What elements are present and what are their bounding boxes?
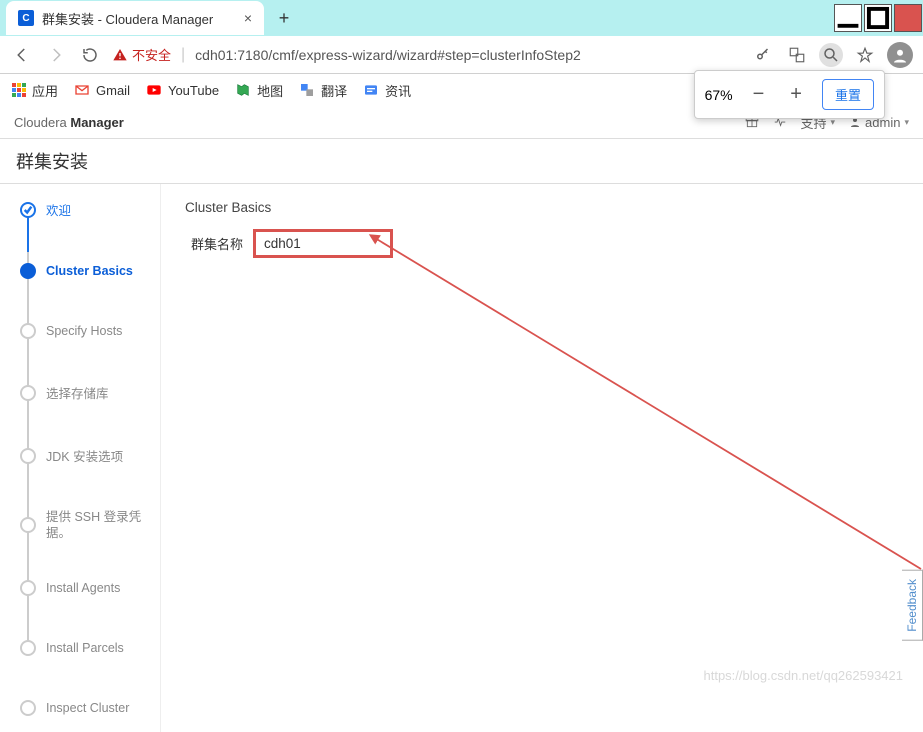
cloudera-favicon: C <box>18 10 34 26</box>
step-bullet-active <box>20 263 36 279</box>
step-install-parcels[interactable]: Install Parcels <box>20 640 150 656</box>
apps-button[interactable]: 应用 <box>12 81 58 100</box>
wizard-steps: 欢迎 Cluster Basics Specify Hosts 选择存储库 JD… <box>0 184 160 732</box>
bookmark-gmail[interactable]: Gmail <box>74 82 130 98</box>
section-title: Cluster Basics <box>185 200 899 215</box>
zoom-in-button[interactable]: + <box>784 83 808 106</box>
zoom-popup: 67% − + 重置 <box>694 70 885 119</box>
bookmark-maps[interactable]: 地图 <box>235 81 283 100</box>
bookmark-translate[interactable]: 翻译 <box>299 81 347 100</box>
apps-grid-icon <box>12 83 26 97</box>
cluster-name-input[interactable] <box>253 229 393 258</box>
step-welcome[interactable]: 欢迎 <box>20 200 150 219</box>
cluster-name-label: 群集名称 <box>185 234 243 253</box>
star-icon[interactable] <box>853 43 877 67</box>
youtube-icon <box>146 82 162 98</box>
insecure-warning[interactable]: 不安全 <box>112 45 171 64</box>
bookmark-news[interactable]: 资讯 <box>363 81 411 100</box>
bookmark-youtube[interactable]: YouTube <box>146 82 219 98</box>
zoom-value: 67% <box>705 87 733 103</box>
step-inspect-cluster[interactable]: Inspect Cluster <box>20 700 150 716</box>
key-icon[interactable] <box>751 43 775 67</box>
zoom-reset-button[interactable]: 重置 <box>822 79 874 110</box>
new-tab-button[interactable]: + <box>270 4 298 32</box>
back-icon[interactable] <box>10 43 34 67</box>
browser-tab[interactable]: C 群集安装 - Cloudera Manager × <box>6 1 264 35</box>
window-maximize-button[interactable] <box>864 4 892 32</box>
translate-bm-icon <box>299 82 315 98</box>
step-select-repo[interactable]: 选择存储库 <box>20 383 150 402</box>
translate-icon[interactable] <box>785 43 809 67</box>
step-bullet-completed <box>20 202 36 218</box>
maps-icon <box>235 82 251 98</box>
window-close-button[interactable] <box>894 4 922 32</box>
tab-title: 群集安装 - Cloudera Manager <box>42 9 238 28</box>
zoom-icon[interactable] <box>819 43 843 67</box>
step-cluster-basics[interactable]: Cluster Basics <box>20 263 150 279</box>
reload-icon[interactable] <box>78 43 102 67</box>
insecure-label: 不安全 <box>132 45 171 64</box>
brand-label[interactable]: Cloudera Manager <box>14 115 124 130</box>
profile-icon[interactable] <box>887 42 913 68</box>
step-ssh[interactable]: 提供 SSH 登录凭据。 <box>20 509 150 542</box>
apps-label: 应用 <box>32 81 58 100</box>
url-text[interactable]: cdh01:7180/cmf/express-wizard/wizard#ste… <box>195 47 741 63</box>
step-specify-hosts[interactable]: Specify Hosts <box>20 323 150 339</box>
step-install-agents[interactable]: Install Agents <box>20 580 150 596</box>
page-title: 群集安装 <box>0 139 923 184</box>
zoom-out-button[interactable]: − <box>747 83 771 106</box>
gmail-icon <box>74 82 90 98</box>
forward-icon[interactable] <box>44 43 68 67</box>
news-icon <box>363 82 379 98</box>
step-jdk[interactable]: JDK 安装选项 <box>20 446 150 465</box>
window-minimize-button[interactable] <box>834 4 862 32</box>
annotation-arrow <box>361 224 923 644</box>
feedback-tab[interactable]: Feedback <box>902 570 923 641</box>
close-tab-icon[interactable]: × <box>244 10 252 26</box>
watermark: https://blog.csdn.net/qq262593421 <box>704 668 904 683</box>
